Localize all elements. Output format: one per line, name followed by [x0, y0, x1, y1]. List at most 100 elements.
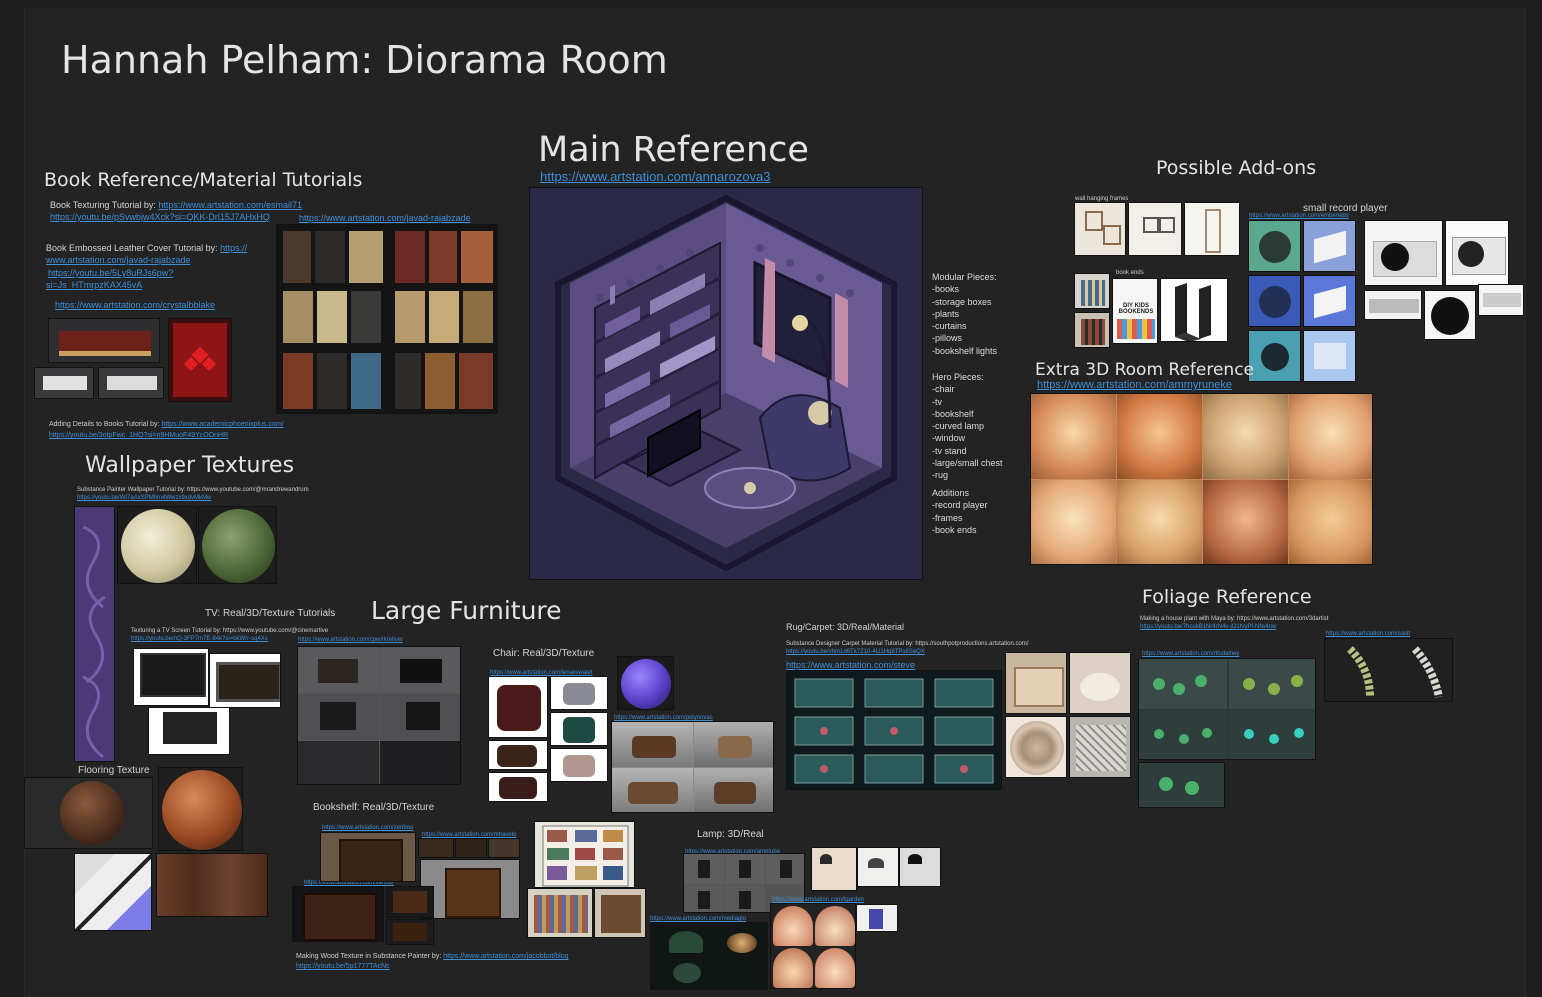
- bookshelf-render-image[interactable]: [420, 859, 520, 919]
- book-textures-grid: [283, 231, 493, 409]
- emboss-youtube-link-cont[interactable]: si=Js_HTmrpzKAX45vA: [46, 279, 142, 291]
- chair-photo-image[interactable]: [488, 676, 548, 738]
- tv-photo-image[interactable]: [148, 707, 230, 755]
- rug-renders-grid[interactable]: [786, 670, 1002, 790]
- tv-photo-image[interactable]: [133, 648, 209, 706]
- adding-details-youtube-link[interactable]: https://youtu.be/3otpFwc_1HQ?si=n9HMuoF4…: [49, 432, 228, 440]
- rug-photo-image[interactable]: [1005, 716, 1067, 778]
- book-texturing-link[interactable]: https://www.artstation.com/esmail71: [158, 200, 302, 210]
- emboss-artstation-link[interactable]: www.artstation.com/javad-rajabzade: [46, 254, 191, 266]
- moodboard-canvas[interactable]: Hannah Pelham: Diorama Room Main Referen…: [0, 0, 1542, 997]
- book-ends-metal-image[interactable]: [1160, 278, 1228, 342]
- lamp-renders-dark-image[interactable]: [650, 922, 768, 990]
- lamp-photo-image[interactable]: [857, 847, 899, 887]
- wall-frames-image[interactable]: [1074, 202, 1126, 256]
- emboss-tutorial-link[interactable]: https://: [220, 243, 247, 253]
- sphere: [621, 659, 671, 709]
- wallpaper-strip-image[interactable]: [74, 506, 115, 762]
- bookshelf-thumb-image[interactable]: [455, 838, 487, 858]
- turntable-photo-image[interactable]: [1478, 284, 1524, 316]
- record-player-image[interactable]: [1248, 220, 1301, 272]
- record-player-image[interactable]: [1303, 330, 1356, 382]
- turntable-photo-image[interactable]: [1424, 290, 1476, 340]
- fern-renders-image[interactable]: [1324, 638, 1453, 702]
- foliage-renders-grid[interactable]: [1138, 658, 1316, 760]
- book-white-render-image[interactable]: [98, 367, 164, 399]
- extra-room-link[interactable]: https://www.artstation.com/ammyruneke: [1037, 379, 1232, 391]
- lamp-photo-image[interactable]: [856, 904, 898, 932]
- bookshelf-real-photo-image[interactable]: [527, 888, 593, 938]
- record-player-image[interactable]: [1248, 275, 1301, 327]
- turntable-photo-image[interactable]: [1364, 220, 1443, 286]
- list-item: Modular Pieces:: [932, 272, 997, 282]
- rug-photo-image[interactable]: [1069, 716, 1131, 778]
- chair-photo-image[interactable]: [550, 676, 608, 710]
- book-white-render-image[interactable]: [34, 367, 94, 399]
- tv-renders-grid[interactable]: [297, 646, 461, 785]
- foliage-youtube-link[interactable]: https://youtu.be/7hcukB1Nr4rN4v-jO1fvyPf…: [1140, 623, 1276, 631]
- wood-texture-youtube-link[interactable]: https://youtu.be/5p1777TAcNc: [296, 963, 390, 971]
- flooring-sphere-image[interactable]: [24, 777, 153, 849]
- foliage-link[interactable]: https://www.artstation.com/sasit: [1326, 630, 1410, 638]
- book-cover-image[interactable]: [168, 318, 232, 402]
- wallpaper-youtube-link[interactable]: https://youtu.be/WI7aAxSPMhm4Wwzx9xdvMkM…: [77, 494, 211, 502]
- book-ends-kids-image[interactable]: DIY KIDS BOOKENDS: [1112, 278, 1158, 344]
- record-player-image[interactable]: [1303, 275, 1356, 327]
- chair-photo-image[interactable]: [488, 740, 548, 770]
- book-material-grid[interactable]: [276, 224, 498, 414]
- flooring-label: Flooring Texture: [78, 765, 150, 776]
- wallpaper-sphere-image[interactable]: [117, 506, 197, 584]
- tv-photo-image[interactable]: [209, 653, 281, 708]
- main-reference-link[interactable]: https://www.artstation.com/annarozova3: [540, 169, 771, 184]
- book-ends-image[interactable]: [1074, 273, 1110, 309]
- record-player-image[interactable]: [1303, 220, 1356, 272]
- lamp-tiffany-photos-image[interactable]: [770, 903, 856, 989]
- chair-renders-grid[interactable]: [611, 721, 774, 813]
- flooring-texture-image[interactable]: [74, 853, 152, 931]
- wall-frames-image[interactable]: [1184, 202, 1240, 256]
- list-item: -window: [932, 433, 966, 444]
- rug-youtube-link[interactable]: https://youtu.be/vhm1d6Tk7Z10-4Ll1Hq8TPs…: [786, 648, 925, 656]
- wall-frames-image[interactable]: [1128, 202, 1182, 256]
- flooring-wood-texture-image[interactable]: [156, 853, 268, 917]
- record-player-image[interactable]: [1248, 330, 1301, 382]
- bookshelf-thumb-image[interactable]: [386, 886, 434, 918]
- book-render-image[interactable]: [48, 318, 160, 363]
- chair-fabric-sphere-image[interactable]: [617, 656, 674, 710]
- bookshelf-real-photo-image[interactable]: [534, 821, 635, 888]
- rug-photo-image[interactable]: [1069, 652, 1131, 714]
- lamp-photo-image[interactable]: [899, 847, 941, 887]
- foliage-link-2[interactable]: https://www.artstation.com/rtisdalney: [1142, 650, 1239, 658]
- extra-room-heading: Extra 3D Room Reference: [1035, 360, 1255, 380]
- foliage-heading: Foliage Reference: [1142, 586, 1312, 608]
- wallpaper-sphere-image[interactable]: [198, 506, 277, 584]
- bookshelf-render-image[interactable]: [320, 832, 416, 882]
- extra-room-renders-grid[interactable]: [1030, 393, 1373, 565]
- main-reference-image[interactable]: [529, 187, 923, 580]
- book-texturing-youtube-link[interactable]: https://youtu.be/pSvwbjw4Xck?si=QKK-Drl1…: [50, 211, 270, 223]
- javad-artstation-link[interactable]: https://www.artstation.com/javad-rajabza…: [299, 212, 471, 224]
- bookshelf-thumb-image[interactable]: [386, 919, 434, 945]
- turntable-photo-image[interactable]: [1445, 220, 1509, 286]
- chair-photo-image[interactable]: [488, 772, 548, 802]
- rug-photo-image[interactable]: [1005, 652, 1067, 714]
- bookshelf-real-photo-image[interactable]: [594, 888, 646, 938]
- flooring-sphere-image[interactable]: [158, 767, 243, 851]
- foliage-render-image[interactable]: [1138, 762, 1225, 808]
- bookshelf-thumb-image[interactable]: [488, 838, 520, 858]
- bookshelf-link[interactable]: https://www.artstation.com/zenboo: [322, 824, 413, 832]
- adding-details-tutorial: Adding Details to Books Tutorial by: htt…: [49, 421, 284, 429]
- emboss-youtube-link[interactable]: https://youtu.be/5Ly8uRJs6pw?: [48, 267, 173, 279]
- book-ends-image[interactable]: [1074, 312, 1110, 348]
- turntable-photo-image[interactable]: [1364, 290, 1422, 320]
- chair-photo-image[interactable]: [550, 748, 608, 782]
- crystal-artstation-link[interactable]: https://www.artstation.com/crystalbblake: [55, 299, 215, 311]
- tv-youtube-link[interactable]: https://youtu.be/nQ-3FP7m7E-84k?si=bkWrr…: [131, 635, 268, 643]
- adding-details-link[interactable]: https://www.academicphoenixplus.com/: [161, 421, 283, 428]
- bookshelf-photo-image[interactable]: [292, 886, 384, 942]
- lamp-photo-image[interactable]: [811, 847, 857, 891]
- wood-texture-link[interactable]: https://www.artstation.com/jacobbot/blog: [443, 953, 568, 960]
- bookshelf-thumb-image[interactable]: [418, 838, 454, 858]
- tv-artstation-link[interactable]: https://www.artstation.com/cpwirkreliver: [298, 636, 403, 644]
- chair-photo-image[interactable]: [550, 712, 608, 746]
